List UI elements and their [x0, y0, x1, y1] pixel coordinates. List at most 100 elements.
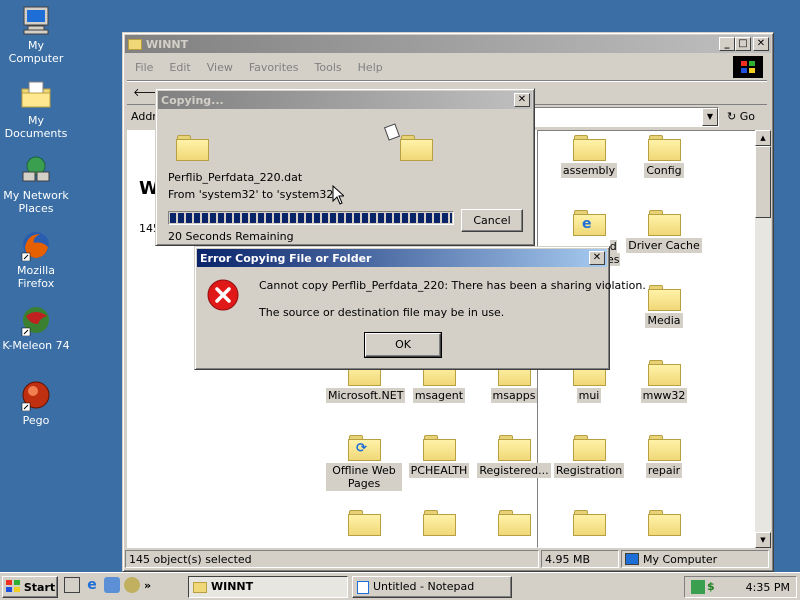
copying-titlebar[interactable]: Copying... ✕ — [158, 91, 532, 109]
copying-dialog: Copying... ✕ Perflib_Perfdata_220.dat Fr… — [155, 88, 535, 246]
flying-document-icon — [383, 123, 401, 141]
error-dialog: Error Copying File or Folder ✕ Cannot co… — [194, 246, 646, 370]
media-icon[interactable] — [124, 577, 140, 593]
desktop-icon-label: My Computer — [8, 39, 64, 65]
dialog-title: Copying... — [161, 93, 224, 107]
desktop-icon-my-computer[interactable]: My Computer — [0, 4, 72, 65]
folder-item-ie[interactable]: e d es — [551, 208, 627, 266]
folder-icon — [423, 433, 456, 461]
ie-icon[interactable]: e — [84, 577, 100, 593]
my-computer-icon — [20, 4, 52, 36]
minimize-button[interactable]: _ — [719, 37, 735, 51]
dialog-title: Error Copying File or Folder — [200, 251, 372, 265]
folder-item-offline-web-pages[interactable]: ⟳ Offline Web Pages — [326, 433, 402, 491]
error-titlebar[interactable]: Error Copying File or Folder ✕ — [197, 249, 607, 267]
folder-item-partial[interactable] — [476, 508, 552, 536]
folder-label: Microsoft.NET — [326, 388, 406, 403]
menu-tools[interactable]: Tools — [307, 61, 350, 74]
address-input[interactable]: ▼ — [529, 107, 719, 127]
folder-label: Offline Web Pages — [326, 463, 402, 491]
cancel-button[interactable]: Cancel — [461, 209, 523, 232]
close-button[interactable]: ✕ — [753, 37, 769, 51]
clock[interactable]: 4:35 PM — [746, 581, 790, 594]
mouse-cursor-icon — [332, 184, 346, 208]
ok-button[interactable]: OK — [364, 332, 442, 358]
menu-help[interactable]: Help — [350, 61, 391, 74]
scroll-thumb[interactable] — [755, 146, 771, 218]
taskbar: Start e » WINNT Untitled - Notepad $ 4:3… — [0, 572, 800, 600]
dropdown-arrow-icon[interactable]: ▼ — [702, 108, 718, 126]
firefox-icon — [20, 229, 52, 262]
folder-icon — [423, 508, 456, 536]
vertical-scrollbar[interactable]: ▲ ▼ — [755, 130, 771, 548]
folder-icon — [648, 208, 681, 236]
show-desktop-icon[interactable] — [64, 577, 80, 593]
folder-item-driver-cache[interactable]: Driver Cache — [626, 208, 702, 253]
progress-fill — [170, 213, 452, 223]
folder-icon — [648, 283, 681, 311]
task-notepad[interactable]: Untitled - Notepad — [352, 576, 512, 598]
menu-favorites[interactable]: Favorites — [241, 61, 307, 74]
close-button[interactable]: ✕ — [589, 251, 605, 265]
folder-icon — [348, 508, 381, 536]
folder-label: mui — [576, 388, 602, 403]
network-tray-icon[interactable] — [691, 580, 705, 594]
notepad-icon — [357, 580, 369, 594]
scroll-down-button[interactable]: ▼ — [755, 532, 771, 548]
explorer-titlebar[interactable]: WINNT _ □ ✕ — [125, 35, 771, 53]
desktop-icon-firefox[interactable]: Mozilla Firefox — [0, 229, 72, 290]
folder-item-registered[interactable]: Registered... — [476, 433, 552, 478]
folder-item-registration[interactable]: Registration — [551, 433, 627, 478]
menu-bar: File Edit View Favorites Tools Help — [127, 55, 767, 79]
desktop-icon-pego[interactable]: Pego — [0, 379, 72, 427]
desktop-icon-my-documents[interactable]: My Documents — [0, 79, 72, 140]
folder-icon — [573, 433, 606, 461]
destination-folder-icon — [400, 133, 433, 161]
windows-logo-icon — [733, 56, 763, 78]
desktop-icon-kmeleon[interactable]: K-Meleon 74 — [0, 304, 72, 352]
task-winnt[interactable]: WINNT — [188, 576, 348, 598]
start-button[interactable]: Start — [2, 576, 58, 598]
folder-icon — [648, 508, 681, 536]
menu-file[interactable]: File — [127, 61, 161, 74]
folder-item-partial[interactable] — [626, 508, 702, 536]
desktop-icon-network-places[interactable]: My Network Places — [0, 154, 72, 215]
folder-icon — [498, 508, 531, 536]
folder-item-repair[interactable]: repair — [626, 433, 702, 478]
computer-icon — [625, 553, 639, 565]
chevron-icon[interactable]: » — [144, 579, 151, 592]
maximize-button[interactable]: □ — [735, 37, 751, 51]
pego-icon — [20, 379, 52, 412]
error-detail: The source or destination file may be in… — [259, 306, 505, 319]
folder-item-config[interactable]: Config — [626, 133, 702, 178]
dollar-tray-icon[interactable]: $ — [707, 580, 721, 594]
menu-view[interactable]: View — [199, 61, 241, 74]
folder-icon — [648, 358, 681, 386]
folder-icon — [573, 508, 606, 536]
error-icon — [207, 279, 239, 314]
folder-item-assembly[interactable]: assembly — [551, 133, 627, 178]
folder-item-mww32[interactable]: mww32 — [626, 358, 702, 403]
folder-label: Media — [645, 313, 683, 328]
folder-item-partial[interactable] — [326, 508, 402, 536]
scroll-up-button[interactable]: ▲ — [755, 130, 771, 146]
folder-label: repair — [645, 463, 683, 478]
desktop-icon-label: K-Meleon 74 — [2, 339, 70, 352]
folder-item-partial[interactable] — [551, 508, 627, 536]
folder-task-icon — [193, 581, 207, 593]
folder-label: Registered... — [477, 463, 551, 478]
folder-icon — [498, 433, 531, 461]
outlook-icon[interactable] — [104, 577, 120, 593]
folder-icon — [573, 133, 606, 161]
copying-from-to: From 'system32' to 'system32' — [168, 188, 337, 201]
status-size: 4.95 MB — [541, 550, 619, 568]
error-message: Cannot copy Perflib_Perfdata_220: There … — [259, 279, 646, 292]
status-bar: 145 object(s) selected 4.95 MB My Comput… — [125, 549, 771, 569]
close-button[interactable]: ✕ — [514, 93, 530, 107]
menu-edit[interactable]: Edit — [161, 61, 198, 74]
desktop-icon-label: My Network Places — [3, 189, 69, 215]
ie-folder-icon: e — [573, 208, 606, 236]
folder-item-pchealth[interactable]: PCHEALTH — [401, 433, 477, 478]
folder-item-partial[interactable] — [401, 508, 477, 536]
go-button[interactable]: ↻ Go — [727, 110, 755, 123]
